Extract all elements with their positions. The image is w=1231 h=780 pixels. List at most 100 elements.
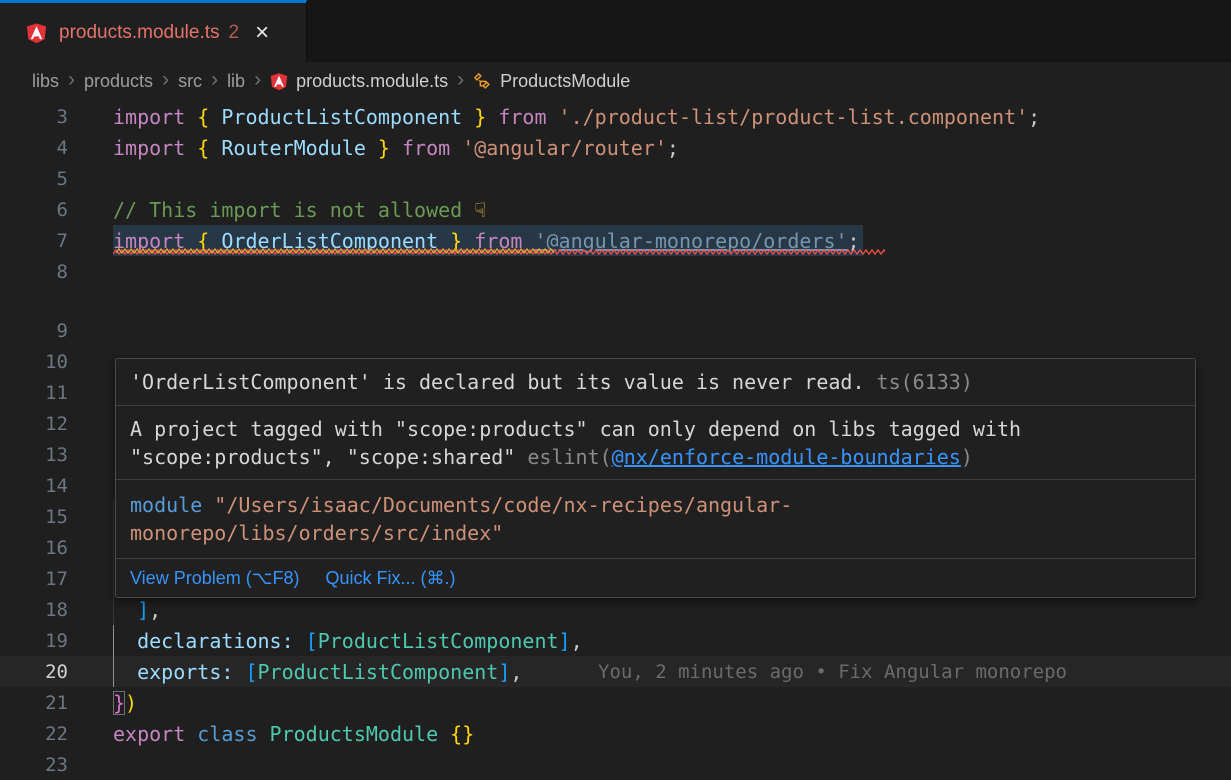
code-line-4[interactable]: 4import { RouterModule } from '@angular/… xyxy=(0,132,1231,163)
line-number[interactable]: 22 xyxy=(0,723,68,745)
code-token: RouterModule xyxy=(209,136,378,160)
code-line-21[interactable]: 21}) xyxy=(0,687,1231,718)
code-line-6[interactable]: 6 // This import is not allowed ☟ xyxy=(0,194,1231,225)
code-token xyxy=(113,598,137,622)
code-token: { xyxy=(197,229,209,253)
code-token: from xyxy=(486,105,558,129)
line-number[interactable]: 3 xyxy=(0,106,68,128)
code-line-20[interactable]: 20 exports: [ProductListComponent],You, … xyxy=(0,656,1231,687)
code-token: [ xyxy=(245,660,257,684)
import-path-link[interactable]: '@angular-monorepo/orders' xyxy=(534,229,847,253)
line-number[interactable]: 5 xyxy=(0,168,68,190)
code-token: , xyxy=(571,629,583,653)
code-token: class xyxy=(197,722,269,746)
code-token: // This import is not allowed xyxy=(113,198,474,222)
view-problem-action[interactable]: View Problem (⌥F8) xyxy=(130,567,299,589)
code-token: ProductListComponent xyxy=(258,660,499,684)
line-number[interactable]: 8 xyxy=(0,261,68,283)
line-number[interactable]: 21 xyxy=(0,692,68,714)
code-token: , xyxy=(149,598,161,622)
close-icon[interactable]: × xyxy=(255,21,269,45)
code-line-8[interactable]: 8 xyxy=(0,256,1231,287)
breadcrumb-item-file[interactable]: products.module.ts xyxy=(296,71,448,92)
breadcrumb-item-libs[interactable]: libs xyxy=(32,71,59,92)
tab-bar: products.module.ts 2 × xyxy=(0,0,1231,62)
code-token: ProductsModule xyxy=(270,722,451,746)
code-editor[interactable]: 3 import { ProductListComponent } from '.… xyxy=(0,100,1231,780)
line-number[interactable]: 4 xyxy=(0,137,68,159)
code-token: { xyxy=(197,105,209,129)
eslint-rule-link[interactable]: @nx/enforce-module-boundaries xyxy=(612,445,961,469)
popup-actions: View Problem (⌥F8) Quick Fix... (⌘.) xyxy=(116,559,1195,597)
code-token: './product-list/product-list.component' xyxy=(559,105,1029,129)
quick-fix-action[interactable]: Quick Fix... (⌘.) xyxy=(325,567,455,589)
code-token: ] xyxy=(498,660,510,684)
code-token: ProductListComponent xyxy=(209,105,474,129)
line-number[interactable]: 18 xyxy=(0,599,68,621)
code-token: declarations: xyxy=(137,629,306,653)
popup-module-path: module "/Users/isaac/Documents/code/nx-r… xyxy=(116,480,1195,559)
git-blame-annotation: You, 2 minutes ago • Fix Angular monorep… xyxy=(598,656,1067,687)
line-number[interactable]: 14 xyxy=(0,475,68,497)
angular-icon xyxy=(26,22,47,44)
line-number[interactable]: 17 xyxy=(0,568,68,590)
line-number[interactable]: 7 xyxy=(0,230,68,252)
line-number[interactable]: 11 xyxy=(0,382,68,404)
ts-error-code: ts(6133) xyxy=(865,370,973,394)
line-number[interactable]: 23 xyxy=(0,754,68,776)
code-line-19[interactable]: 19 declarations: [ProductListComponent], xyxy=(0,625,1231,656)
chevron-right-icon: › xyxy=(254,68,261,92)
chevron-right-icon: › xyxy=(211,68,218,92)
code-token: } xyxy=(113,691,125,715)
code-token: } xyxy=(450,229,462,253)
code-token: ; xyxy=(667,136,679,160)
tab-products-module[interactable]: products.module.ts 2 × xyxy=(0,0,307,62)
code-token: from xyxy=(462,229,534,253)
popup-ts-message: 'OrderListComponent' is declared but its… xyxy=(116,359,1195,406)
code-token: import xyxy=(113,229,197,253)
code-token: {} xyxy=(450,722,474,746)
code-line-5[interactable]: 5 xyxy=(0,163,1231,194)
code-line-7[interactable]: 7import { OrderListComponent } from '@an… xyxy=(0,225,1231,256)
code-token: from xyxy=(390,136,462,160)
chevron-right-icon: › xyxy=(162,68,169,92)
angular-icon xyxy=(270,72,288,91)
code-token: ; xyxy=(848,229,860,253)
code-token: import xyxy=(113,105,197,129)
chevron-right-icon: › xyxy=(457,68,464,92)
code-token: ☟ xyxy=(474,198,486,222)
code-token: } xyxy=(378,136,390,160)
popup-eslint-message: A project tagged with "scope:products" c… xyxy=(116,406,1195,480)
breadcrumb: libs › products › src › lib › products.m… xyxy=(0,62,1231,100)
code-token: import xyxy=(113,136,197,160)
line-number[interactable]: 19 xyxy=(0,630,68,652)
eslint-error-line2: "scope:products", "scope:shared" eslint(… xyxy=(130,443,1181,471)
class-symbol-icon xyxy=(473,72,492,91)
code-line-9[interactable]: 9 xyxy=(0,315,1231,346)
line-number[interactable]: 15 xyxy=(0,506,68,528)
line-number[interactable]: 6 xyxy=(0,199,68,221)
line-number[interactable]: 13 xyxy=(0,444,68,466)
code-token: export xyxy=(113,722,197,746)
line-number[interactable]: 16 xyxy=(0,537,68,559)
vscode-window: products.module.ts 2 × libs › products ›… xyxy=(0,0,1231,780)
line-number[interactable]: 20 xyxy=(0,661,68,683)
code-line-18[interactable]: 18 ], xyxy=(0,594,1231,625)
code-line-22[interactable]: 22 export class ProductsModule {} xyxy=(0,718,1231,749)
line-number[interactable]: 10 xyxy=(0,351,68,373)
breadcrumb-item-lib[interactable]: lib xyxy=(227,71,245,92)
line-number[interactable]: 9 xyxy=(0,320,68,342)
code-token: , xyxy=(510,660,522,684)
line-number[interactable]: 12 xyxy=(0,413,68,435)
tab-problem-count: 2 xyxy=(229,22,240,44)
breadcrumb-item-products[interactable]: products xyxy=(84,71,153,92)
code-token: { xyxy=(197,136,209,160)
code-line-23[interactable]: 23 xyxy=(0,749,1231,780)
code-token: [ xyxy=(306,629,318,653)
code-token xyxy=(113,660,137,684)
breadcrumb-item-src[interactable]: src xyxy=(178,71,202,92)
tab-title: products.module.ts xyxy=(59,22,220,44)
breadcrumb-item-symbol[interactable]: ProductsModule xyxy=(500,71,630,92)
code-line-3[interactable]: 3import { ProductListComponent } from '.… xyxy=(0,101,1231,132)
ts-error-text: 'OrderListComponent' is declared but its… xyxy=(130,370,865,394)
